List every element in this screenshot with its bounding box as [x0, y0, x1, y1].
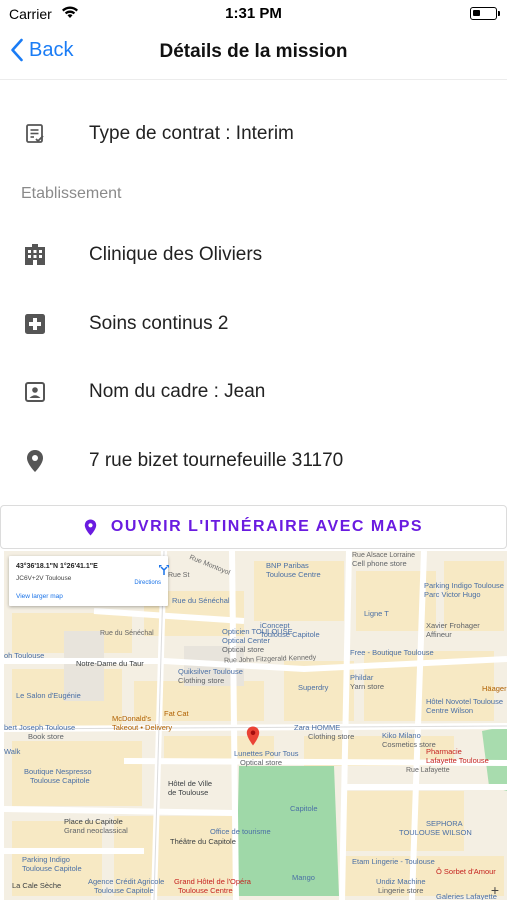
map-label: BNP Paribas	[266, 561, 309, 570]
map-label: Book store	[28, 732, 64, 741]
map-label: Parc Victor Hugo	[424, 590, 481, 599]
map-label: SEPHORA	[426, 819, 463, 828]
service-row: Soins continus 2	[0, 294, 507, 354]
map-label: Opticien TOULOUSE	[222, 627, 293, 636]
map-label: Rue du Sénéchal	[100, 630, 154, 637]
map-label: Toulouse Capitole	[22, 864, 82, 873]
map-label: Parking Indigo	[22, 855, 70, 864]
map-label: Optical store	[240, 758, 283, 767]
map-label: Fat Cat	[164, 709, 189, 718]
map-label: Lafayette Toulouse	[426, 756, 489, 765]
map-label: Optical Center	[222, 636, 270, 645]
map-label: Superdry	[298, 683, 329, 692]
map-label: Yarn store	[350, 682, 385, 691]
open-maps-button[interactable]: OUVRIR L'ITINÉRAIRE AVEC MAPS	[0, 505, 507, 549]
page-title: Détails de la mission	[159, 41, 348, 62]
map-label: Rue Alsace Lorraine	[352, 552, 416, 559]
map-label: Quiksilver Toulouse	[178, 667, 243, 676]
map-label: Undiz Machine	[376, 877, 426, 886]
map-label: Galeries Lafayette	[436, 892, 497, 900]
map-coordinates: 43°36'18.1"N 1°26'41.1"E	[16, 563, 98, 570]
map-label: Zara HOMME	[294, 723, 341, 732]
clinic-name: Clinique des Oliviers	[89, 244, 263, 265]
map-label: Place du Capitole	[64, 817, 123, 826]
map-label: Affineur	[426, 630, 452, 639]
map-label: Hôtel Novotel Toulouse	[426, 697, 503, 706]
address-row: 7 rue bizet tournefeuille 31170	[0, 431, 507, 491]
manager-name: Nom du cadre : Jean	[89, 381, 266, 402]
map-label: Le Salon d'Eugénie	[16, 691, 81, 700]
map-label: Lunettes Pour Tous	[234, 749, 299, 758]
map-label: Toulouse Centre	[266, 570, 321, 579]
map-label: Toulouse Capitole	[30, 776, 90, 785]
zoom-in-button[interactable]: +	[491, 882, 499, 898]
map-label: Grand Hôtel de l'Opéra	[174, 877, 251, 886]
map-label: Pharmacie	[426, 747, 462, 756]
battery-icon	[470, 7, 500, 20]
map-label: Toulouse Capitole	[94, 886, 154, 895]
view-larger-map-link[interactable]: View larger map	[16, 593, 63, 600]
map-label: Takeout • Delivery	[112, 723, 173, 732]
building-icon	[22, 242, 48, 268]
map-label: bert Joseph Toulouse	[4, 723, 76, 732]
map-label: Agence Crédit Agricole	[88, 877, 165, 886]
address-text: 7 rue bizet tournefeuille 31170	[89, 450, 344, 471]
location-pin-icon	[22, 448, 48, 474]
map-label: Ô Sorbet d'Amour	[436, 867, 496, 876]
map-label: Xavier Frohager	[426, 621, 480, 630]
map-label: Notre-Dame du Taur	[76, 659, 144, 668]
medical-plus-icon	[22, 311, 48, 337]
map-label: Théâtre du Capitole	[170, 837, 236, 846]
service-name: Soins continus 2	[89, 313, 229, 334]
navigation-bar: Back Détails de la mission	[0, 28, 507, 80]
map-label: TOULOUSE WILSON	[399, 828, 472, 837]
map-label: Phildar	[350, 673, 374, 682]
map-label: Lingerie store	[378, 886, 424, 895]
map-plus-code: JC6V+2V Toulouse	[16, 575, 72, 582]
map-label: Clothing store	[178, 676, 225, 685]
map-label: Office de tourisme	[210, 827, 271, 836]
embedded-map[interactable]: 43°36'18.1"N 1°26'41.1"E JC6V+2V Toulous…	[4, 551, 507, 900]
map-label: Mango	[292, 873, 315, 882]
map-label: Free - Boutique Toulouse	[350, 648, 434, 657]
map-label: Grand neoclassical	[64, 826, 128, 835]
map-label: Parking Indigo Toulouse	[424, 581, 504, 590]
establishment-section-label: Etablissement	[21, 185, 122, 202]
map-label: La Cale Sèche	[12, 881, 62, 890]
map-label: Rue du Sénéchal	[172, 596, 230, 605]
map-label: Centre Wilson	[426, 706, 474, 715]
map-label: Rue St	[168, 572, 190, 579]
map-label: McDonald's	[112, 714, 151, 723]
directions-link[interactable]: Directions	[134, 580, 161, 586]
manager-row: Nom du cadre : Jean	[0, 362, 507, 422]
contract-type-row: Type de contrat : Interim	[0, 104, 507, 164]
map-label: Häager	[482, 684, 507, 693]
map-info-card: 43°36'18.1"N 1°26'41.1"E JC6V+2V Toulous…	[9, 556, 169, 606]
map-label: Ligne T	[364, 609, 389, 618]
map-label: Clothing store	[308, 732, 355, 741]
map-pin-icon	[84, 519, 97, 536]
map-label: Toulouse Centre	[178, 886, 233, 895]
contract-type-label: Type de contrat : Interim	[89, 123, 294, 144]
map-label: Optical store	[222, 645, 265, 654]
status-bar: Carrier 1:31 PM	[0, 0, 507, 28]
map-label: Capitole	[290, 804, 318, 813]
map-label: de Toulouse	[168, 788, 209, 797]
map-label: Boutique Nespresso	[24, 767, 92, 776]
map-label: Hôtel de Ville	[168, 779, 213, 788]
status-time: 1:31 PM	[225, 5, 282, 22]
map-label: Walk	[4, 747, 21, 756]
map-label: Kiko Milano	[382, 731, 421, 740]
contact-card-icon	[22, 379, 48, 405]
map-label: Etam Lingerie - Toulouse	[352, 857, 435, 866]
clinic-row: Clinique des Oliviers	[0, 225, 507, 285]
open-maps-label: OUVRIR L'ITINÉRAIRE AVEC MAPS	[110, 518, 424, 535]
contract-document-icon	[22, 121, 48, 147]
map-label: Cell phone store	[352, 559, 407, 568]
map-label: oh Toulouse	[4, 651, 45, 660]
map-label: Rue Lafayette	[406, 767, 450, 774]
